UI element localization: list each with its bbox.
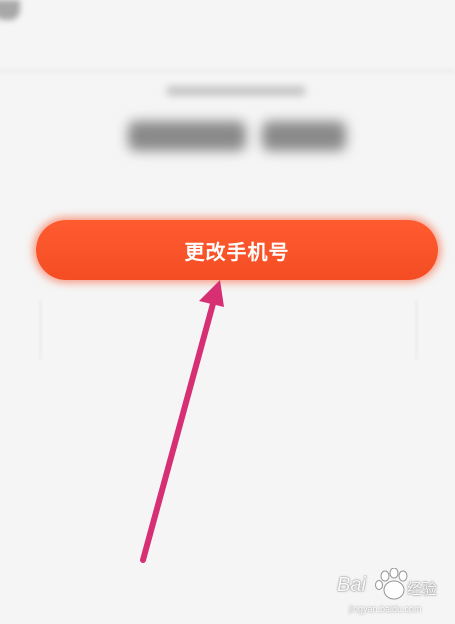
watermark-product: 经验 <box>407 581 438 598</box>
arrow-shaft <box>140 297 217 563</box>
arrow-head <box>199 280 224 307</box>
phone-screen: 更改手机号 Bai 经验 jingyan.baidu.com <box>0 0 455 624</box>
watermark-brand: Bai <box>337 574 366 596</box>
annotation-arrow-icon <box>140 280 224 563</box>
baidu-jingyan-watermark: Bai 经验 jingyan.baidu.com <box>337 566 453 620</box>
watermark-url: jingyan.baidu.com <box>349 604 422 614</box>
